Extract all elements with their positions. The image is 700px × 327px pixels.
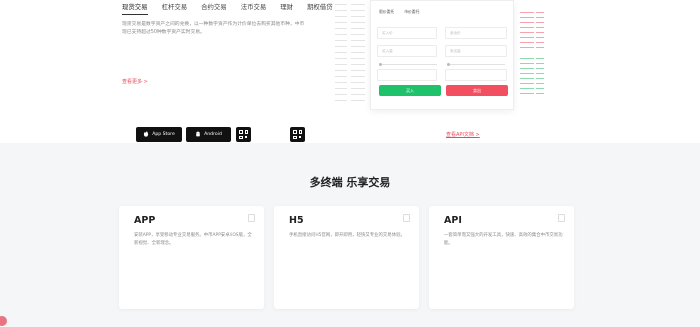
card-title: APP bbox=[134, 215, 156, 226]
buy-button[interactable]: 买入 bbox=[379, 85, 441, 96]
h5-qrcode-button[interactable] bbox=[290, 127, 305, 142]
h5-card: H5 手机直接访问H5官网，即开即用，轻快又专业的交易体验。 bbox=[274, 206, 419, 309]
trade-panel: 限价委托 市价委托 买入价 卖出价 买入量 卖出量 买入 卖出 bbox=[370, 0, 514, 110]
mobile-web-icon bbox=[403, 214, 410, 222]
tab-fiat[interactable]: 法币交易 bbox=[241, 2, 267, 15]
buy-slider[interactable] bbox=[379, 63, 437, 66]
sell-button[interactable]: 卖出 bbox=[446, 85, 508, 96]
sell-slider[interactable] bbox=[447, 63, 505, 66]
app-store-label: App Store bbox=[152, 132, 175, 137]
tab-spot[interactable]: 现货交易 bbox=[122, 2, 148, 15]
spot-description: 现货交易是数字资产之间的兑换，以一种数字资产作为计价单位去购买其他币种，中币现已… bbox=[122, 22, 305, 36]
buy-amount-input[interactable]: 买入量 bbox=[377, 45, 437, 57]
view-more-link[interactable]: 查看更多 > bbox=[122, 78, 148, 85]
api-docs-link[interactable]: 查看API文档 > bbox=[446, 131, 480, 138]
app-qrcode-button[interactable] bbox=[236, 127, 251, 142]
qrcode-icon bbox=[239, 130, 248, 139]
api-card: API 一套简单而又强大的开发工具，快速、高效的集合中币交易功能。 bbox=[429, 206, 574, 309]
app-card: APP 安装APP，享受移动专业交易服务。中币APP安卓/iOS版，全新视觉、全… bbox=[119, 206, 264, 309]
card-desc: 一套简单而又强大的开发工具，快速、高效的集合中币交易功能。 bbox=[444, 233, 563, 246]
android-label: Android bbox=[204, 132, 222, 137]
app-store-button[interactable]: App Store bbox=[136, 127, 182, 142]
phone-icon bbox=[248, 214, 255, 222]
tab-finance[interactable]: 理财 bbox=[280, 2, 293, 15]
tab-contract[interactable]: 合约交易 bbox=[201, 2, 227, 15]
card-title: H5 bbox=[289, 215, 304, 226]
spot-section: 现货交易 杠杆交易 合约交易 法币交易 理财 期权借贷 现货交易是数字资产之间的… bbox=[0, 0, 700, 143]
tab-market-order[interactable]: 市价委托 bbox=[404, 9, 419, 15]
buy-price-input[interactable]: 买入价 bbox=[377, 27, 437, 39]
android-icon bbox=[195, 131, 201, 139]
tab-options-loan[interactable]: 期权借贷 bbox=[307, 2, 333, 15]
orderbook-left-decor bbox=[335, 0, 367, 110]
section-title: 多终端 乐享交易 bbox=[309, 176, 391, 189]
android-button[interactable]: Android bbox=[186, 127, 231, 142]
orderbook-right-decor bbox=[514, 0, 546, 110]
sell-amount-input[interactable]: 卖出量 bbox=[445, 45, 507, 57]
sell-price-input[interactable]: 卖出价 bbox=[445, 27, 507, 39]
buy-total-field bbox=[377, 69, 437, 81]
card-desc: 安装APP，享受移动专业交易服务。中币APP安卓/iOS版，全新视觉、全新理念。 bbox=[134, 233, 252, 246]
tab-margin[interactable]: 杠杆交易 bbox=[162, 2, 188, 15]
multi-terminal-section: 多终端 乐享交易 APP 安装APP，享受移动专业交易服务。中币APP安卓/iO… bbox=[0, 143, 700, 327]
code-icon bbox=[558, 214, 565, 222]
tab-limit-order[interactable]: 限价委托 bbox=[379, 9, 394, 15]
trade-type-tabs: 现货交易 杠杆交易 合约交易 法币交易 理财 期权借贷 bbox=[122, 2, 333, 15]
card-title: API bbox=[444, 215, 462, 226]
qrcode-icon bbox=[293, 130, 302, 139]
card-desc: 手机直接访问H5官网，即开即用，轻快又专业的交易体验。 bbox=[289, 233, 405, 238]
sell-total-field bbox=[445, 69, 507, 81]
apple-icon bbox=[143, 131, 149, 139]
trade-panel-tabs: 限价委托 市价委托 bbox=[379, 9, 419, 15]
